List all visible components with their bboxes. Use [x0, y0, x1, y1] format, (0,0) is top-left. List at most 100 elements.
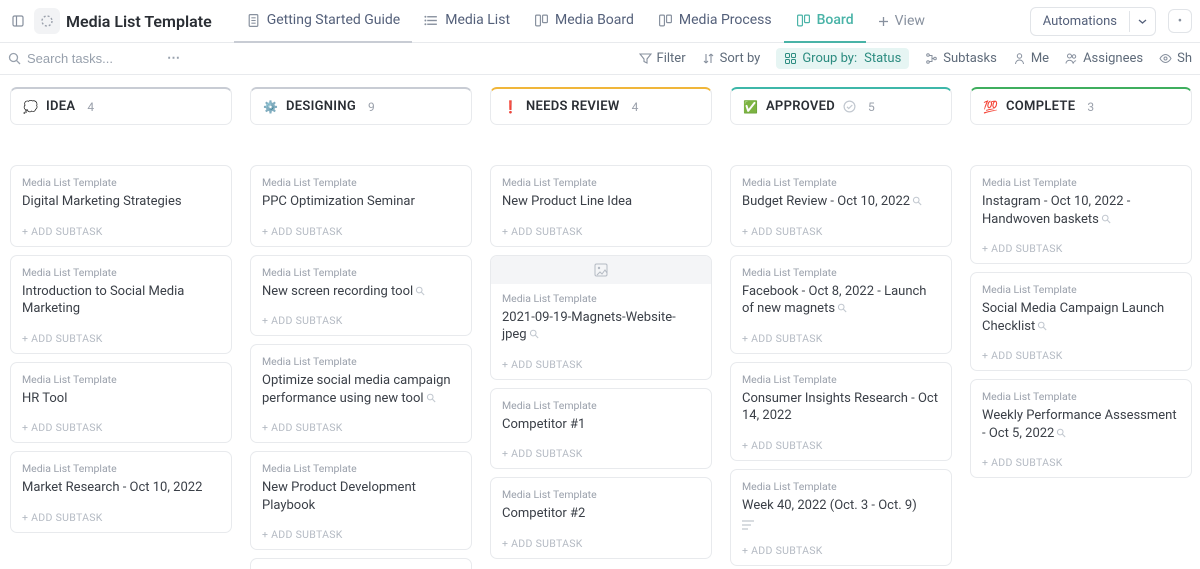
card[interactable]: Media List TemplateOptimize social media…: [250, 344, 472, 443]
add-subtask-button[interactable]: + ADD SUBTASK: [262, 421, 460, 434]
column-count: 4: [87, 100, 94, 114]
column-emoji-icon: ⚙️: [263, 100, 278, 114]
board[interactable]: 💭IDEA4 Media List TemplateDigital Marketi…: [0, 75, 1200, 569]
column-body[interactable]: Media List Template Budget Review - Oct 1…: [730, 165, 952, 569]
column-body[interactable]: Media List TemplateDigital Marketing Str…: [10, 165, 232, 543]
tab-media-process[interactable]: Media Process: [646, 0, 784, 43]
card[interactable]: Media List Template2021-09-19-Magnets-We…: [490, 255, 712, 380]
card[interactable]: Media List TemplateConsumer Insights Res…: [730, 362, 952, 461]
card[interactable]: Media List TemplateNew Product Developme…: [250, 451, 472, 550]
tab-media-list[interactable]: Media List: [412, 0, 522, 43]
show-button[interactable]: Sh: [1159, 51, 1192, 66]
card[interactable]: Media List TemplateCompetitor #2+ ADD SU…: [490, 477, 712, 559]
card[interactable]: Media List TemplateSocial Media Campaign…: [970, 272, 1192, 371]
card-list-name: Media List Template: [982, 176, 1180, 189]
add-subtask-button[interactable]: + ADD SUBTASK: [22, 421, 220, 434]
column-header[interactable]: 💭IDEA4: [10, 87, 232, 125]
eye-icon: [1159, 52, 1172, 65]
filter-icon: [639, 52, 652, 65]
card[interactable]: Media List TemplatePPC Optimization Semi…: [250, 165, 472, 247]
card[interactable]: Media List TemplateWeekly Performance As…: [970, 379, 1192, 478]
card[interactable]: Media List TemplateMarket Research - Oct…: [10, 451, 232, 533]
plus-icon: [878, 16, 889, 27]
card[interactable]: Media List TemplateFacebook - Oct 8, 202…: [730, 255, 952, 354]
tab-label: Getting Started Guide: [267, 12, 401, 28]
card-list-name: Media List Template: [22, 462, 220, 475]
add-subtask-button[interactable]: + ADD SUBTASK: [502, 225, 700, 238]
column-header[interactable]: ❗NEEDS REVIEW4: [490, 87, 712, 125]
add-subtask-button[interactable]: + ADD SUBTASK: [742, 225, 940, 238]
add-subtask-button[interactable]: + ADD SUBTASK: [742, 544, 940, 557]
card[interactable]: Media List TemplateNew Product Line Idea…: [490, 165, 712, 247]
card-list-name: Media List Template: [742, 266, 940, 279]
card[interactable]: Media List TemplateIntroduction to Socia…: [10, 255, 232, 354]
add-subtask-button[interactable]: + ADD SUBTASK: [742, 439, 940, 452]
card-title: Introduction to Social Media Marketing: [22, 283, 220, 318]
column-body[interactable]: Media List TemplateInstagram - Oct 10, 2…: [970, 165, 1192, 488]
search-input[interactable]: [27, 51, 157, 66]
more-menu-button[interactable]: •: [1168, 9, 1192, 33]
assignees-button[interactable]: Assignees: [1065, 51, 1143, 66]
show-label: Sh: [1177, 51, 1192, 66]
column-name: COMPLETE: [1006, 99, 1075, 114]
tab-board[interactable]: Board: [784, 0, 866, 43]
add-subtask-button[interactable]: + ADD SUBTASK: [22, 225, 220, 238]
tab-label: Media List: [445, 12, 510, 28]
column-header[interactable]: ✅APPROVED5: [730, 87, 952, 125]
attachment-icon: ⚲: [909, 192, 927, 210]
card-list-name: Media List Template: [262, 355, 460, 368]
automations-label: Automations: [1031, 8, 1129, 35]
column-body[interactable]: Media List TemplatePPC Optimization Semi…: [250, 165, 472, 569]
card[interactable]: Media List TemplateDigital Marketing Str…: [10, 165, 232, 247]
groupby-button[interactable]: Group by: Status: [776, 48, 909, 69]
column-header[interactable]: ⚙️DESIGNING9: [250, 87, 472, 125]
workspace-title[interactable]: Media List Template: [66, 12, 212, 31]
add-subtask-button[interactable]: + ADD SUBTASK: [502, 537, 700, 550]
automations-caret[interactable]: [1129, 11, 1155, 32]
column-idea: 💭IDEA4 Media List TemplateDigital Marketi…: [10, 87, 232, 543]
column-body[interactable]: Media List TemplateNew Product Line Idea…: [490, 165, 712, 569]
card[interactable]: Media List TemplateBudget Review - Oct 1…: [730, 165, 952, 247]
board-icon: [534, 13, 549, 28]
add-subtask-button[interactable]: + ADD SUBTASK: [262, 528, 460, 541]
add-subtask-button[interactable]: + ADD SUBTASK: [502, 447, 700, 460]
card-image-thumb: [491, 256, 711, 284]
add-subtask-button[interactable]: + ADD SUBTASK: [982, 349, 1180, 362]
add-view-button[interactable]: View: [866, 0, 937, 43]
add-view-label: View: [895, 13, 925, 29]
add-subtask-button[interactable]: + ADD SUBTASK: [742, 332, 940, 345]
card[interactable]: Media List TemplateInstagram - Oct 10, 2…: [970, 165, 1192, 264]
filter-button[interactable]: Filter: [639, 51, 686, 66]
card-title: Budget Review - Oct 10, 2022⚲: [742, 193, 940, 211]
tab-getting-started[interactable]: Getting Started Guide: [234, 0, 413, 43]
card[interactable]: Media List TemplateNew screen recording …: [250, 255, 472, 337]
add-subtask-button[interactable]: + ADD SUBTASK: [22, 511, 220, 524]
card[interactable]: Media List Template+ ADD SUBTASK: [250, 558, 472, 569]
add-subtask-button[interactable]: + ADD SUBTASK: [982, 456, 1180, 469]
add-subtask-button[interactable]: + ADD SUBTASK: [502, 358, 700, 371]
automations-button[interactable]: Automations: [1030, 7, 1156, 36]
collapse-sidebar-button[interactable]: [8, 11, 28, 31]
add-subtask-button[interactable]: + ADD SUBTASK: [22, 332, 220, 345]
loader-icon: [40, 14, 54, 28]
group-icon: [784, 52, 797, 65]
topbar: Media List Template Getting Started Guid…: [0, 0, 1200, 43]
column-header[interactable]: 💯COMPLETE3: [970, 87, 1192, 125]
column-count: 5: [868, 100, 875, 114]
add-subtask-button[interactable]: + ADD SUBTASK: [982, 242, 1180, 255]
groupby-value: Status: [864, 51, 901, 66]
card[interactable]: Media List TemplateCompetitor #1+ ADD SU…: [490, 388, 712, 470]
card-list-name: Media List Template: [982, 283, 1180, 296]
card[interactable]: Media List TemplateWeek 40, 2022 (Oct. 3…: [730, 469, 952, 567]
tab-media-board[interactable]: Media Board: [522, 0, 646, 43]
card[interactable]: Media List TemplateHR Tool+ ADD SUBTASK: [10, 362, 232, 444]
add-subtask-button[interactable]: + ADD SUBTASK: [262, 225, 460, 238]
search-more-button[interactable]: ⋯: [167, 51, 181, 66]
add-subtask-button[interactable]: + ADD SUBTASK: [262, 314, 460, 327]
me-button[interactable]: Me: [1013, 51, 1049, 66]
card-list-name: Media List Template: [262, 266, 460, 279]
subtasks-button[interactable]: Subtasks: [925, 51, 997, 66]
card-title: Week 40, 2022 (Oct. 3 - Oct. 9): [742, 497, 940, 515]
sortby-button[interactable]: Sort by: [702, 51, 761, 66]
card-title: 2021-09-19-Magnets-Website-jpeg⚲: [502, 309, 700, 344]
